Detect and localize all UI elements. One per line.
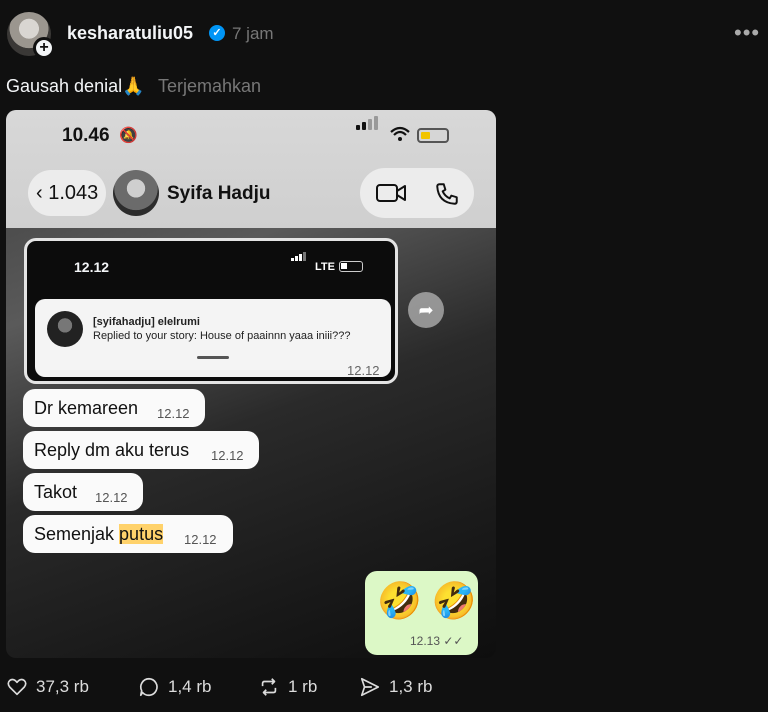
call-actions [360, 168, 474, 218]
status-time: 10.46 [62, 125, 110, 146]
post-caption: Gausah denial🙏 [6, 76, 145, 96]
repost-button[interactable]: 1 rb [258, 676, 317, 698]
story-title: [syifahadju] elelrumi [93, 316, 200, 328]
share-count: 1,3 rb [389, 677, 433, 696]
message-text: Dr kemareen [34, 398, 139, 418]
message-bubble: Reply dm aku terus 12.12 [23, 431, 259, 469]
repost-icon [261, 678, 277, 696]
follow-plus-icon[interactable]: + [33, 37, 55, 59]
comment-icon [139, 677, 158, 697]
send-icon [360, 677, 380, 697]
more-options-icon[interactable]: ••• [734, 20, 760, 46]
wifi-icon [390, 126, 410, 147]
message-time: 12.12 [184, 532, 217, 547]
bell-muted-icon: 🔕 [119, 127, 138, 144]
video-call-icon[interactable] [376, 183, 406, 203]
forward-icon[interactable]: ➦ [408, 292, 444, 328]
unread-count: 1.043 [48, 182, 99, 204]
repost-count: 1 rb [288, 677, 318, 696]
story-text: Replied to your story: House of paainnn … [93, 330, 351, 342]
post-actions: 37,3 rb 1,4 rb 1 rb 1,3 rb [0, 676, 768, 706]
comment-count: 1,4 rb [168, 677, 212, 696]
story-timestamp: 12.12 [347, 363, 380, 378]
message-time: 12.12 [157, 406, 190, 421]
story-avatar [47, 311, 83, 347]
laughing-emoji: 🤣 🤣 [377, 580, 477, 621]
outgoing-message-bubble: 🤣 🤣 12.13 ✓✓ [365, 571, 478, 655]
post-time: 7 jam [232, 24, 274, 43]
outgoing-message-time: 12.13 ✓✓ [410, 634, 464, 648]
message-text: Semenjak putus [34, 524, 164, 545]
contact-name[interactable]: Syifa Hadju [167, 183, 270, 205]
post-image[interactable]: 10.46 🔕 ‹ 1.043 Syifa Hadju 12.12 LTE [s… [6, 110, 496, 658]
message-text-plain: Semenjak [34, 524, 120, 544]
author-username[interactable]: kesharatuliu05 [67, 23, 193, 44]
back-button[interactable]: ‹ 1.043 [28, 170, 106, 216]
message-time: 12.12 [211, 448, 244, 463]
message-bubble: Takot 12.12 [23, 473, 143, 511]
message-bubble: Dr kemareen 12.12 [23, 389, 205, 427]
like-count: 37,3 rb [36, 677, 89, 696]
battery-icon [417, 128, 449, 143]
story-reply-notification: [syifahadju] elelrumi Replied to your st… [35, 299, 391, 377]
message-text: Takot [34, 482, 78, 502]
message-time: 12.12 [95, 490, 128, 505]
translate-link[interactable]: Terjemahkan [158, 76, 261, 97]
quoted-story-screenshot: 12.12 LTE [syifahadju] elelrumi Replied … [24, 238, 398, 384]
heart-icon [7, 678, 27, 696]
like-button[interactable]: 37,3 rb [6, 676, 89, 698]
chat-header: 10.46 🔕 ‹ 1.043 Syifa Hadju [6, 110, 496, 228]
chevron-left-icon: ‹ [36, 182, 43, 204]
phone-call-icon[interactable] [434, 181, 460, 207]
story-battery-icon [339, 261, 363, 272]
verified-badge-icon: ✓ [209, 25, 225, 41]
contact-avatar[interactable] [113, 170, 159, 216]
share-button[interactable]: 1,3 rb [359, 676, 432, 698]
story-status-time: 12.12 [74, 259, 110, 275]
highlighted-word: putus [119, 524, 164, 544]
comment-button[interactable]: 1,4 rb [138, 676, 211, 698]
message-bubble: Semenjak putus 12.12 [23, 515, 233, 553]
message-text: Reply dm aku terus [34, 440, 190, 460]
drag-handle [197, 356, 229, 359]
story-network: LTE [315, 261, 335, 273]
